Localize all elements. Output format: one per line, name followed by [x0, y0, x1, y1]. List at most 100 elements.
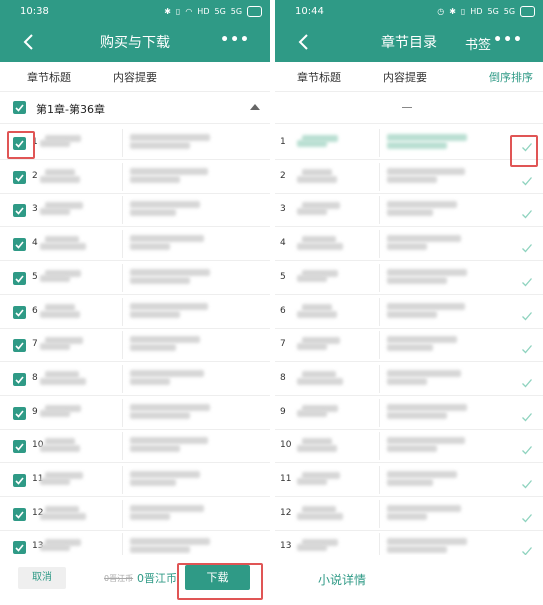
row-checkbox[interactable]: [13, 204, 26, 218]
check-icon: [15, 410, 24, 418]
check-icon: [15, 308, 24, 317]
group-checkbox[interactable]: [13, 101, 26, 114]
row-checkbox[interactable]: [13, 305, 26, 319]
collapse-dash-icon[interactable]: [402, 107, 412, 108]
blurred-text: [387, 437, 465, 445]
row-checkbox[interactable]: [13, 372, 26, 386]
downloaded-check-icon: [521, 273, 533, 287]
blurred-text: [45, 370, 79, 378]
blurred-text: [40, 343, 70, 351]
blurred-text: [387, 411, 447, 419]
blurred-text: [302, 168, 332, 176]
chapter-row[interactable]: 2: [275, 160, 543, 194]
blurred-text: [40, 140, 70, 147]
chapter-row[interactable]: 4: [275, 227, 543, 262]
blurred-text: [387, 201, 457, 209]
price-label: 0晋江币: [137, 572, 177, 585]
app-bar: 章节目录 书签 •••: [275, 22, 543, 62]
row-checkbox[interactable]: [13, 507, 26, 521]
chapter-row[interactable]: 8: [275, 362, 543, 396]
chapter-row[interactable]: 3: [0, 193, 270, 228]
row-checkbox[interactable]: [13, 271, 26, 285]
highlight-first-checkbox: [7, 131, 35, 159]
blurred-text: [387, 403, 467, 411]
chapter-row[interactable]: 7: [275, 328, 543, 363]
row-checkbox[interactable]: [13, 339, 26, 353]
novel-details-button[interactable]: 小说详情: [318, 571, 366, 588]
chapter-row[interactable]: 7: [0, 328, 270, 363]
blurred-text: [387, 377, 427, 385]
chapter-row[interactable]: 11: [275, 463, 543, 497]
chapter-group-row[interactable]: [275, 92, 543, 124]
row-checkbox[interactable]: [13, 238, 26, 252]
chapter-row[interactable]: 11: [0, 463, 270, 497]
chapter-row[interactable]: 5: [0, 261, 270, 295]
check-icon: [15, 443, 24, 451]
chapter-row[interactable]: 1: [0, 126, 270, 160]
column-divider: [122, 432, 123, 461]
chapter-group-row[interactable]: 第1章-第36章: [0, 92, 270, 124]
directory-footer: 小说详情: [275, 555, 543, 605]
downloaded-check-icon: [521, 239, 533, 253]
row-checkbox[interactable]: [13, 474, 26, 487]
column-divider: [379, 129, 380, 157]
chapter-row[interactable]: 4: [0, 227, 270, 262]
chapter-row[interactable]: 3: [275, 193, 543, 228]
column-header: 章节标题 内容提要: [0, 62, 270, 92]
status-time: 10:44: [295, 5, 324, 17]
chapter-number: 3: [280, 204, 286, 215]
more-menu-button[interactable]: •••: [493, 32, 523, 48]
hd-icon: HD: [470, 6, 483, 16]
chapter-row[interactable]: 12: [275, 497, 543, 531]
cancel-button[interactable]: 取消: [18, 567, 66, 589]
column-divider: [122, 196, 123, 225]
row-checkbox[interactable]: [13, 170, 26, 184]
chapter-row[interactable]: 2: [0, 160, 270, 194]
blurred-text: [302, 438, 332, 446]
blurred-text: [130, 142, 190, 149]
status-bar: 10:38 ✱ ▯ ◠ HD 5G 5G: [0, 0, 270, 22]
chapter-number: 7: [32, 339, 38, 350]
chapter-row[interactable]: 8: [0, 362, 270, 396]
collapse-arrow-icon[interactable]: [250, 104, 260, 110]
column-divider: [122, 364, 123, 393]
chapter-row[interactable]: 9: [275, 396, 543, 430]
chapter-row[interactable]: 9: [0, 396, 270, 430]
downloaded-check-icon: [521, 542, 533, 556]
column-summary: 内容提要: [383, 70, 427, 84]
chapter-row[interactable]: 10: [275, 429, 543, 464]
check-icon: [15, 275, 24, 283]
more-menu-button[interactable]: •••: [220, 32, 250, 48]
blurred-text: [130, 504, 204, 512]
blurred-text: [130, 201, 200, 209]
blurred-text: [130, 243, 170, 251]
column-divider: [379, 432, 380, 461]
chapter-row[interactable]: 1: [275, 126, 543, 160]
row-checkbox[interactable]: [13, 440, 26, 454]
chapter-number: 3: [32, 204, 38, 215]
check-icon: [15, 241, 24, 249]
blurred-text: [297, 409, 327, 417]
chapter-number: 12: [280, 507, 292, 518]
chapter-row[interactable]: 12: [0, 497, 270, 531]
chapter-row[interactable]: 6: [275, 295, 543, 329]
column-divider: [122, 466, 123, 494]
battery-icon: [520, 5, 535, 17]
blurred-text: [297, 343, 327, 351]
chapter-row[interactable]: 6: [0, 295, 270, 329]
chapter-row[interactable]: 10: [0, 429, 270, 464]
reverse-order-button[interactable]: 倒序排序: [489, 69, 533, 85]
row-checkbox[interactable]: [13, 406, 26, 420]
blurred-text: [297, 478, 327, 485]
row-checkbox[interactable]: [13, 541, 26, 555]
vibrate-icon: ▯: [460, 6, 466, 16]
signal-icon-2: 5G: [503, 6, 516, 16]
column-divider: [379, 364, 380, 393]
highlight-download-button: [177, 563, 263, 600]
blurred-text: [45, 236, 79, 244]
chapter-row[interactable]: 5: [275, 261, 543, 295]
downloaded-check-icon: [521, 340, 533, 354]
bookmark-button[interactable]: 书签: [465, 34, 491, 53]
original-price: 0晋江币: [104, 574, 134, 583]
column-divider: [379, 499, 380, 528]
